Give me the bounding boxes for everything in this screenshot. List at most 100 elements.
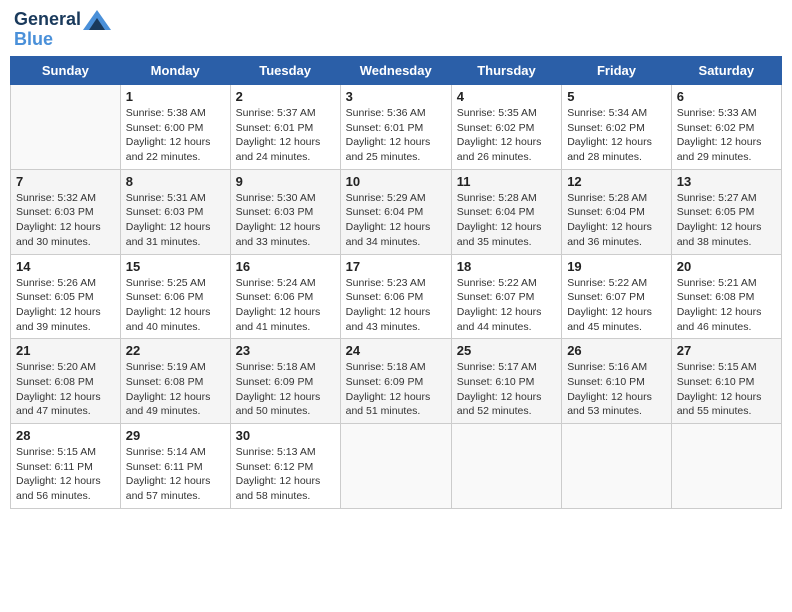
week-row-2: 7 Sunrise: 5:32 AM Sunset: 6:03 PM Daylig… bbox=[11, 169, 782, 254]
day-info: Sunrise: 5:25 AM Sunset: 6:06 PM Dayligh… bbox=[126, 276, 225, 335]
calendar-cell: 20 Sunrise: 5:21 AM Sunset: 6:08 PM Dayli… bbox=[671, 254, 781, 339]
day-number: 19 bbox=[567, 259, 666, 274]
day-number: 7 bbox=[16, 174, 115, 189]
day-number: 28 bbox=[16, 428, 115, 443]
calendar-cell: 2 Sunrise: 5:37 AM Sunset: 6:01 PM Daylig… bbox=[230, 85, 340, 170]
day-number: 2 bbox=[236, 89, 335, 104]
col-header-sunday: Sunday bbox=[11, 57, 121, 85]
day-number: 17 bbox=[346, 259, 446, 274]
day-number: 18 bbox=[457, 259, 556, 274]
day-info: Sunrise: 5:21 AM Sunset: 6:08 PM Dayligh… bbox=[677, 276, 776, 335]
calendar-cell: 17 Sunrise: 5:23 AM Sunset: 6:06 PM Dayli… bbox=[340, 254, 451, 339]
day-number: 5 bbox=[567, 89, 666, 104]
calendar-cell bbox=[451, 424, 561, 509]
day-number: 8 bbox=[126, 174, 225, 189]
calendar-cell: 24 Sunrise: 5:18 AM Sunset: 6:09 PM Dayli… bbox=[340, 339, 451, 424]
day-info: Sunrise: 5:20 AM Sunset: 6:08 PM Dayligh… bbox=[16, 360, 115, 419]
calendar-cell: 3 Sunrise: 5:36 AM Sunset: 6:01 PM Daylig… bbox=[340, 85, 451, 170]
day-number: 23 bbox=[236, 343, 335, 358]
week-row-3: 14Sunrise: 5:26 AM Sunset: 6:05 PM Dayli… bbox=[11, 254, 782, 339]
day-number: 1 bbox=[126, 89, 225, 104]
calendar-cell: 6 Sunrise: 5:33 AM Sunset: 6:02 PM Daylig… bbox=[671, 85, 781, 170]
day-number: 10 bbox=[346, 174, 446, 189]
day-info: Sunrise: 5:37 AM Sunset: 6:01 PM Dayligh… bbox=[236, 106, 335, 165]
calendar-cell: 8 Sunrise: 5:31 AM Sunset: 6:03 PM Daylig… bbox=[120, 169, 230, 254]
day-info: Sunrise: 5:35 AM Sunset: 6:02 PM Dayligh… bbox=[457, 106, 556, 165]
calendar-cell: 12 Sunrise: 5:28 AM Sunset: 6:04 PM Dayli… bbox=[562, 169, 672, 254]
day-info: Sunrise: 5:19 AM Sunset: 6:08 PM Dayligh… bbox=[126, 360, 225, 419]
day-info: Sunrise: 5:28 AM Sunset: 6:04 PM Dayligh… bbox=[457, 191, 556, 250]
day-number: 27 bbox=[677, 343, 776, 358]
day-info: Sunrise: 5:18 AM Sunset: 6:09 PM Dayligh… bbox=[346, 360, 446, 419]
calendar-cell bbox=[562, 424, 672, 509]
week-row-1: 1Sunrise: 5:38 AM Sunset: 6:00 PM Daylig… bbox=[11, 85, 782, 170]
day-info: Sunrise: 5:15 AM Sunset: 6:10 PM Dayligh… bbox=[677, 360, 776, 419]
day-number: 4 bbox=[457, 89, 556, 104]
week-row-5: 28 Sunrise: 5:15 AM Sunset: 6:11 PM Dayli… bbox=[11, 424, 782, 509]
calendar-cell: 25 Sunrise: 5:17 AM Sunset: 6:10 PM Dayli… bbox=[451, 339, 561, 424]
calendar-cell: 9 Sunrise: 5:30 AM Sunset: 6:03 PM Daylig… bbox=[230, 169, 340, 254]
calendar-cell: 1Sunrise: 5:38 AM Sunset: 6:00 PM Daylig… bbox=[120, 85, 230, 170]
calendar-cell: 27 Sunrise: 5:15 AM Sunset: 6:10 PM Dayli… bbox=[671, 339, 781, 424]
day-number: 25 bbox=[457, 343, 556, 358]
day-info: Sunrise: 5:13 AM Sunset: 6:12 PM Dayligh… bbox=[236, 445, 335, 504]
header-row: SundayMondayTuesdayWednesdayThursdayFrid… bbox=[11, 57, 782, 85]
calendar-cell: 13 Sunrise: 5:27 AM Sunset: 6:05 PM Dayli… bbox=[671, 169, 781, 254]
day-number: 22 bbox=[126, 343, 225, 358]
day-number: 12 bbox=[567, 174, 666, 189]
calendar-cell bbox=[11, 85, 121, 170]
day-number: 20 bbox=[677, 259, 776, 274]
calendar-cell: 5 Sunrise: 5:34 AM Sunset: 6:02 PM Daylig… bbox=[562, 85, 672, 170]
day-info: Sunrise: 5:23 AM Sunset: 6:06 PM Dayligh… bbox=[346, 276, 446, 335]
day-info: Sunrise: 5:16 AM Sunset: 6:10 PM Dayligh… bbox=[567, 360, 666, 419]
day-info: Sunrise: 5:24 AM Sunset: 6:06 PM Dayligh… bbox=[236, 276, 335, 335]
day-number: 6 bbox=[677, 89, 776, 104]
day-number: 13 bbox=[677, 174, 776, 189]
week-row-4: 21Sunrise: 5:20 AM Sunset: 6:08 PM Dayli… bbox=[11, 339, 782, 424]
calendar-cell: 4 Sunrise: 5:35 AM Sunset: 6:02 PM Daylig… bbox=[451, 85, 561, 170]
page-header: General Blue bbox=[10, 10, 782, 50]
day-number: 29 bbox=[126, 428, 225, 443]
col-header-wednesday: Wednesday bbox=[340, 57, 451, 85]
calendar-cell: 7 Sunrise: 5:32 AM Sunset: 6:03 PM Daylig… bbox=[11, 169, 121, 254]
day-number: 24 bbox=[346, 343, 446, 358]
col-header-thursday: Thursday bbox=[451, 57, 561, 85]
calendar-cell: 22 Sunrise: 5:19 AM Sunset: 6:08 PM Dayli… bbox=[120, 339, 230, 424]
col-header-friday: Friday bbox=[562, 57, 672, 85]
calendar-cell: 11Sunrise: 5:28 AM Sunset: 6:04 PM Dayli… bbox=[451, 169, 561, 254]
day-number: 30 bbox=[236, 428, 335, 443]
calendar-cell bbox=[340, 424, 451, 509]
day-info: Sunrise: 5:17 AM Sunset: 6:10 PM Dayligh… bbox=[457, 360, 556, 419]
day-info: Sunrise: 5:18 AM Sunset: 6:09 PM Dayligh… bbox=[236, 360, 335, 419]
day-info: Sunrise: 5:22 AM Sunset: 6:07 PM Dayligh… bbox=[567, 276, 666, 335]
calendar-cell: 15 Sunrise: 5:25 AM Sunset: 6:06 PM Dayli… bbox=[120, 254, 230, 339]
calendar-cell: 18Sunrise: 5:22 AM Sunset: 6:07 PM Dayli… bbox=[451, 254, 561, 339]
calendar-cell: 10 Sunrise: 5:29 AM Sunset: 6:04 PM Dayli… bbox=[340, 169, 451, 254]
day-number: 9 bbox=[236, 174, 335, 189]
day-number: 16 bbox=[236, 259, 335, 274]
calendar-table: SundayMondayTuesdayWednesdayThursdayFrid… bbox=[10, 56, 782, 509]
logo-text: General Blue bbox=[14, 10, 111, 50]
calendar-cell: 26Sunrise: 5:16 AM Sunset: 6:10 PM Dayli… bbox=[562, 339, 672, 424]
day-number: 15 bbox=[126, 259, 225, 274]
day-info: Sunrise: 5:27 AM Sunset: 6:05 PM Dayligh… bbox=[677, 191, 776, 250]
day-info: Sunrise: 5:31 AM Sunset: 6:03 PM Dayligh… bbox=[126, 191, 225, 250]
day-number: 3 bbox=[346, 89, 446, 104]
day-info: Sunrise: 5:15 AM Sunset: 6:11 PM Dayligh… bbox=[16, 445, 115, 504]
calendar-cell: 14Sunrise: 5:26 AM Sunset: 6:05 PM Dayli… bbox=[11, 254, 121, 339]
calendar-cell: 30 Sunrise: 5:13 AM Sunset: 6:12 PM Dayli… bbox=[230, 424, 340, 509]
day-info: Sunrise: 5:14 AM Sunset: 6:11 PM Dayligh… bbox=[126, 445, 225, 504]
day-info: Sunrise: 5:33 AM Sunset: 6:02 PM Dayligh… bbox=[677, 106, 776, 165]
calendar-cell: 19 Sunrise: 5:22 AM Sunset: 6:07 PM Dayli… bbox=[562, 254, 672, 339]
day-info: Sunrise: 5:30 AM Sunset: 6:03 PM Dayligh… bbox=[236, 191, 335, 250]
day-info: Sunrise: 5:26 AM Sunset: 6:05 PM Dayligh… bbox=[16, 276, 115, 335]
day-info: Sunrise: 5:36 AM Sunset: 6:01 PM Dayligh… bbox=[346, 106, 446, 165]
calendar-cell: 16 Sunrise: 5:24 AM Sunset: 6:06 PM Dayli… bbox=[230, 254, 340, 339]
day-info: Sunrise: 5:34 AM Sunset: 6:02 PM Dayligh… bbox=[567, 106, 666, 165]
day-info: Sunrise: 5:28 AM Sunset: 6:04 PM Dayligh… bbox=[567, 191, 666, 250]
day-info: Sunrise: 5:29 AM Sunset: 6:04 PM Dayligh… bbox=[346, 191, 446, 250]
day-info: Sunrise: 5:32 AM Sunset: 6:03 PM Dayligh… bbox=[16, 191, 115, 250]
col-header-monday: Monday bbox=[120, 57, 230, 85]
calendar-cell: 21Sunrise: 5:20 AM Sunset: 6:08 PM Dayli… bbox=[11, 339, 121, 424]
calendar-cell: 29 Sunrise: 5:14 AM Sunset: 6:11 PM Dayli… bbox=[120, 424, 230, 509]
